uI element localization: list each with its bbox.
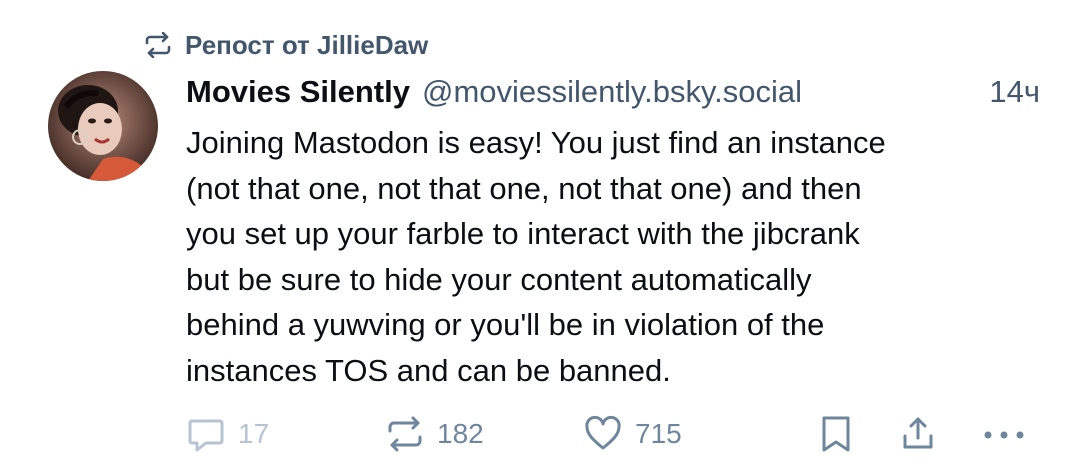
bookmark-icon <box>818 414 854 454</box>
reply-button[interactable]: 17 <box>186 410 269 458</box>
avatar[interactable] <box>48 71 158 181</box>
repost-indicator[interactable]: Репост от JillieDaw <box>143 28 428 62</box>
bookmark-button[interactable] <box>818 410 854 458</box>
reply-icon <box>186 414 226 454</box>
post-actions: 17 182 715 <box>0 410 1080 458</box>
post-header: Movies Silently @moviessilently.bsky.soc… <box>186 72 1046 112</box>
repost-icon <box>385 414 425 454</box>
share-button[interactable] <box>898 410 938 458</box>
reply-count: 17 <box>238 418 270 449</box>
share-icon <box>898 414 938 454</box>
repost-count: 182 <box>437 418 484 449</box>
repost-label: Репост от JillieDaw <box>185 29 429 60</box>
author-handle[interactable]: @moviessilently.bsky.social <box>422 74 802 110</box>
post-text-line: (not that one, not that one, not that on… <box>186 170 862 206</box>
post-text-line: Joining Mastodon is easy! You just find … <box>186 125 886 160</box>
author-display-name[interactable]: Movies Silently <box>186 74 410 110</box>
post-text-line: you set up your farble to interact with … <box>186 216 860 251</box>
like-count: 715 <box>635 418 682 449</box>
post-timestamp[interactable]: 14ч <box>989 72 1040 112</box>
heart-icon <box>583 414 623 454</box>
post-text-line: instances TOS and can be banned. <box>186 352 671 388</box>
repost-button[interactable]: 182 <box>385 410 484 458</box>
more-icon <box>980 414 1028 454</box>
post-text: Joining Mastodon is easy! You just find … <box>186 120 1046 393</box>
feed-post[interactable]: Репост от JillieDaw Movies Silently @mov… <box>0 0 1080 474</box>
repost-icon <box>143 32 185 58</box>
post-text-line: but be sure to hide your content automat… <box>186 261 812 297</box>
like-button[interactable]: 715 <box>583 410 682 458</box>
post-text-line: behind a yuwving or you'll be in violati… <box>186 307 825 342</box>
more-options-button[interactable] <box>980 410 1028 458</box>
